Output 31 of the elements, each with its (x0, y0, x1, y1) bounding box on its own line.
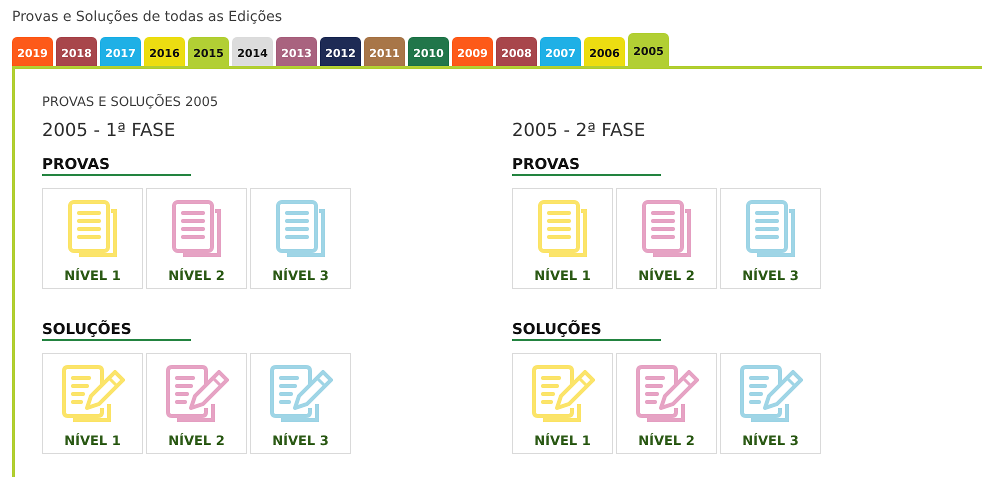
year-tab[interactable]: 2008 (496, 37, 537, 66)
year-tab[interactable]: 2018 (56, 37, 97, 66)
year-tab[interactable]: 2013 (276, 37, 317, 66)
year-tab[interactable]: 2010 (408, 37, 449, 66)
level-tile[interactable]: NÍVEL 1 (512, 188, 613, 289)
level-tile[interactable]: NÍVEL 3 (720, 353, 821, 454)
section-heading: PROVAS (512, 155, 661, 176)
year-tab[interactable]: 2006 (584, 37, 625, 66)
level-tile[interactable]: NÍVEL 1 (42, 353, 143, 454)
phase-title: 2005 - 1ª FASE (42, 120, 176, 143)
level-tile[interactable]: NÍVEL 3 (250, 353, 351, 454)
level-tile[interactable]: NÍVEL 3 (720, 188, 821, 289)
section-heading: PROVAS (42, 155, 191, 176)
year-tab[interactable]: 2015 (188, 37, 229, 66)
section-heading: SOLUÇÕES (512, 320, 661, 341)
level-tile[interactable]: NÍVEL 2 (616, 353, 717, 454)
page-title: Provas e Soluções de todas as Edições (11, 8, 284, 27)
level-tile[interactable]: NÍVEL 3 (250, 188, 351, 289)
year-tab[interactable]: 2011 (364, 37, 405, 66)
level-tile[interactable]: NÍVEL 2 (616, 188, 717, 289)
year-tab[interactable]: 2005 (628, 33, 669, 66)
year-tab[interactable]: 2016 (144, 37, 185, 66)
phase-title: 2005 - 2ª FASE (512, 120, 646, 143)
level-tile[interactable]: NÍVEL 2 (146, 188, 247, 289)
section-heading: SOLUÇÕES (42, 320, 191, 341)
level-tile[interactable]: NÍVEL 1 (42, 188, 143, 289)
panel-heading: PROVAS E SOLUÇÕES 2005 (42, 95, 220, 110)
level-tile[interactable]: NÍVEL 1 (512, 353, 613, 454)
level-tile[interactable]: NÍVEL 2 (146, 353, 247, 454)
year-tab[interactable]: 2014 (232, 37, 273, 66)
year-tab[interactable]: 2012 (320, 37, 361, 66)
